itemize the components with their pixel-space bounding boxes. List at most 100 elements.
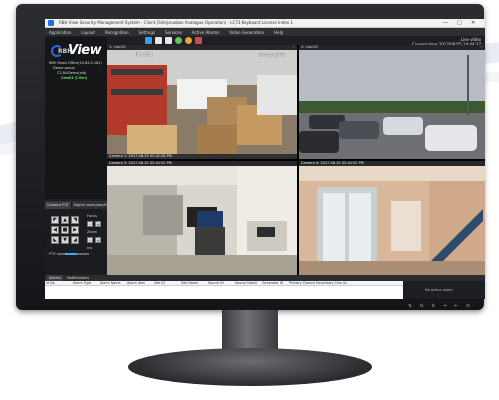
- menu-layout[interactable]: Layout: [81, 30, 95, 35]
- stop-icon[interactable]: [195, 36, 202, 44]
- ptz-home-button[interactable]: ■: [61, 226, 69, 234]
- camera-tile-3[interactable]: 3: Cam03 ✕ Camera 3: 2017-08-25 02:44:52…: [107, 161, 297, 275]
- iris-label: Iris: [87, 246, 93, 250]
- ptz-up-right-button[interactable]: ◥: [71, 216, 79, 224]
- device-tree: RBH Head Office(10.64.0.181) Demo group …: [49, 61, 107, 80]
- layout-4-icon[interactable]: [155, 36, 162, 44]
- camera-1-model-osd: SamsungPTZ: [259, 52, 286, 57]
- tab-digital-zoom[interactable]: Digital zoom/pan/tilt: [71, 202, 112, 209]
- minimize-button[interactable]: —: [443, 20, 448, 26]
- alarm-column-header[interactable]: Generator ID: [261, 281, 288, 285]
- alarm-table-header: Id No Alarm Type Alarm Name Alarm Item Site …: [45, 281, 403, 286]
- alarm-column-header[interactable]: Site ID: [153, 281, 180, 285]
- alarm-column-header[interactable]: Alarm Item: [126, 281, 153, 285]
- ptz-tabs: Camera PTZ Digital zoom/pan/tilt: [45, 202, 112, 209]
- alarm-column-header[interactable]: Source ID: [207, 281, 234, 285]
- alarm-column-header[interactable]: Site Name: [180, 281, 207, 285]
- monitor-button-icon[interactable]: ⇥: [443, 302, 447, 312]
- zoom-in-button[interactable]: +: [95, 237, 101, 243]
- zoom-out-button[interactable]: -: [87, 237, 93, 243]
- camera-2-header: 2: Cam02 ✕: [299, 45, 485, 50]
- focus-near-button[interactable]: -: [87, 221, 93, 227]
- camera-3-feed: [107, 161, 297, 275]
- camera-1-footer: Camera 1: 2017-08-25 02:42:28 PM: [107, 154, 297, 159]
- ptz-speed-slider[interactable]: [65, 253, 89, 255]
- ptz-left-button[interactable]: ◀: [51, 226, 59, 234]
- menu-settings[interactable]: Settings: [139, 30, 155, 35]
- camera-tile-1[interactable]: 1: Cam01 ✕ ID: 001 SamsungPTZ Camera 1: …: [107, 45, 297, 159]
- alarm-column-header[interactable]: Alarm Name: [99, 281, 126, 285]
- close-button[interactable]: ✕: [471, 20, 475, 26]
- monitor-stand-base: [128, 348, 372, 386]
- camera-1-name: 1: Cam01: [109, 45, 126, 49]
- menu-services[interactable]: Services: [165, 30, 182, 35]
- device-tree-panel: RBH View RBH Head Office(10.64.0.181) De…: [45, 37, 107, 199]
- camera-2-close-icon[interactable]: ✕: [480, 45, 483, 49]
- rbh-view-logo: RBH View: [51, 43, 105, 58]
- ptz-down-left-button[interactable]: ◣: [51, 236, 59, 244]
- toolbar: [145, 35, 265, 45]
- logo-name: View: [68, 43, 102, 58]
- app-icon: [48, 20, 54, 26]
- alarm-column-header[interactable]: Source Name: [234, 281, 261, 285]
- alarm-column-header[interactable]: Ac: [342, 281, 369, 285]
- focus-far-button[interactable]: +: [95, 221, 101, 227]
- menu-video-generation[interactable]: Video Generation: [229, 30, 264, 35]
- ptz-direction-pad: ◤ ▲ ◥ ◀ ■ ▶ ◣ ▼ ◢: [51, 216, 79, 244]
- monitor-buttons: ⇅ ⇅ ⇅ ⇥ ⇤ ⇆: [408, 302, 498, 312]
- monitor-button-icon[interactable]: ⇤: [455, 302, 459, 312]
- ptz-lens-controls: Focus - + Zoom - + Iris: [87, 214, 101, 250]
- camera-4-feed: [299, 161, 485, 275]
- alarm-column-header[interactable]: Id No: [45, 281, 72, 285]
- alarm-column-header[interactable]: Alarm Type: [72, 281, 99, 285]
- layout-9-icon[interactable]: [165, 36, 172, 44]
- ptz-speed-fill: [65, 253, 77, 255]
- ptz-up-button[interactable]: ▲: [61, 216, 69, 224]
- alarm-column-header[interactable]: Primary Channel ID: [288, 281, 315, 285]
- monitor-button-icon[interactable]: ⇅: [431, 302, 435, 312]
- camera-4-footer: Camera 4: 2017-08-25 02:44:52 PM: [299, 161, 485, 166]
- monitor-button-icon[interactable]: ⇅: [420, 302, 424, 312]
- focus-label: Focus: [87, 214, 97, 218]
- camera-tile-2[interactable]: 2: Cam02 ✕: [299, 45, 485, 159]
- ptz-right-button[interactable]: ▶: [71, 226, 79, 234]
- alarm-status-panel: No active alarm: [403, 281, 485, 299]
- alarm-table: Id No Alarm Type Alarm Name Alarm Item Site …: [45, 281, 403, 299]
- menu-active-alarms[interactable]: Active Alarms: [192, 30, 220, 35]
- camera-1-header: 1: Cam01 ✕: [107, 45, 297, 50]
- alarm-column-header[interactable]: Secondary Channel ID: [315, 281, 342, 285]
- menu-application[interactable]: Application: [49, 30, 71, 35]
- camera-1-close-icon[interactable]: ✕: [292, 45, 295, 49]
- ptz-down-button[interactable]: ▼: [61, 236, 69, 244]
- record-icon[interactable]: [175, 36, 182, 44]
- camera-2-name: 2: Cam02: [301, 45, 318, 49]
- ptz-down-right-button[interactable]: ◢: [71, 236, 79, 244]
- monitor-button-icon[interactable]: ⇅: [408, 302, 412, 312]
- camera-1-timestamp: Camera 1: 2017-08-25 02:42:28 PM: [109, 154, 172, 158]
- camera-grid: 1: Cam01 ✕ ID: 001 SamsungPTZ Camera 1: …: [107, 45, 485, 275]
- screen: RBH View Security Management System - Cl…: [45, 19, 485, 299]
- layout-1-icon[interactable]: [145, 36, 152, 44]
- menu-help[interactable]: Help: [274, 30, 283, 35]
- camera-tile-4[interactable]: 4: Cam04 ✕ Camera 4: 2017-08-25 02:44:52…: [299, 161, 485, 275]
- menu-recognition[interactable]: Recognition: [105, 30, 129, 35]
- zoom-label: Zoom: [87, 230, 98, 234]
- tab-camera-ptz[interactable]: Camera PTZ: [45, 202, 71, 209]
- camera-1-id-osd: ID: 001: [135, 52, 154, 58]
- camera-4-timestamp: Camera 4: 2017-08-25 02:44:52 PM: [301, 161, 364, 165]
- snapshot-icon[interactable]: [185, 36, 192, 44]
- camera-3-footer: Camera 3: 2017-08-25 02:44:52 PM: [107, 161, 297, 166]
- ptz-panel: Camera PTZ Digital zoom/pan/tilt ◤ ▲ ◥ ◀…: [45, 201, 112, 275]
- title-bar: RBH View Security Management System - Cl…: [45, 19, 485, 28]
- tree-node-camera[interactable]: Cam03 (T-Sen): [49, 76, 87, 81]
- window-title: RBH View Security Management System - Cl…: [59, 20, 293, 25]
- power-button-icon[interactable]: ⇆: [466, 302, 470, 312]
- maximize-button[interactable]: □: [457, 20, 462, 26]
- camera-2-feed: [299, 45, 485, 159]
- no-alarm-message: No active alarm: [425, 288, 453, 292]
- camera-3-timestamp: Camera 3: 2017-08-25 02:44:52 PM: [109, 161, 172, 165]
- camera-1-feed: [107, 45, 297, 159]
- ptz-up-left-button[interactable]: ◤: [51, 216, 59, 224]
- monitor: RBH View Security Management System - Cl…: [16, 4, 485, 310]
- menu-bar: Application Layout Recognition Settings …: [45, 28, 485, 36]
